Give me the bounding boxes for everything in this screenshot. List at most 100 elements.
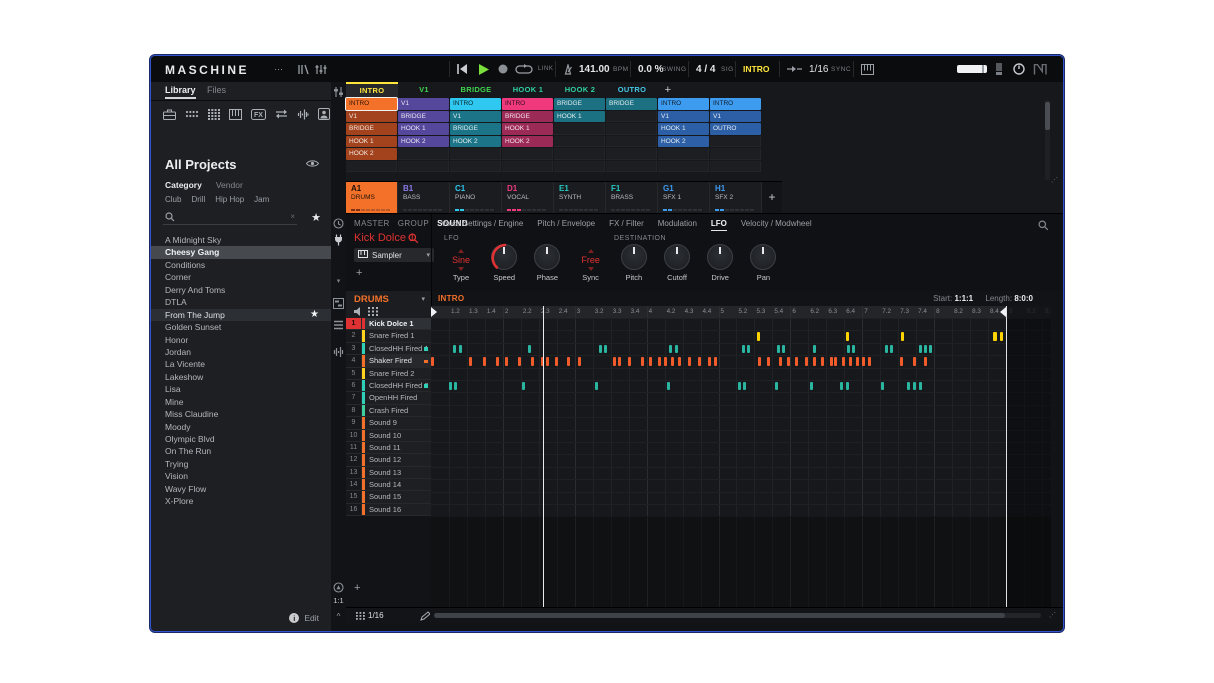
- plugin-plug-icon[interactable]: [332, 234, 345, 246]
- note-event[interactable]: [900, 332, 904, 341]
- arranger-view-icon[interactable]: [332, 86, 345, 98]
- note-event[interactable]: [505, 357, 509, 366]
- project-star-icon[interactable]: ★: [310, 309, 319, 321]
- scene-tab-bridge[interactable]: BRIDGE: [450, 82, 502, 98]
- tag-drill[interactable]: Drill: [191, 195, 205, 204]
- pattern-cell-empty[interactable]: [606, 135, 657, 147]
- pattern-name-label[interactable]: INTRO: [438, 294, 464, 303]
- pattern-cell-G1-hook-2[interactable]: HOOK 2: [658, 135, 709, 147]
- search-field[interactable]: ×: [163, 210, 297, 225]
- menu-dots-icon[interactable]: ···: [274, 61, 283, 77]
- note-event[interactable]: [923, 344, 927, 354]
- note-event[interactable]: [919, 344, 923, 354]
- note-event[interactable]: [604, 344, 608, 354]
- sound-row-8[interactable]: 8 Crash Fired: [346, 404, 431, 418]
- add-group-button[interactable]: +: [762, 182, 782, 214]
- note-event[interactable]: [452, 344, 457, 354]
- note-event[interactable]: [868, 357, 872, 366]
- note-event[interactable]: [812, 357, 816, 366]
- note-event[interactable]: [747, 344, 751, 354]
- note-event[interactable]: [774, 382, 779, 391]
- note-event[interactable]: [578, 357, 582, 366]
- tag-hip-hop[interactable]: Hip Hop: [215, 195, 244, 204]
- favorites-star-icon[interactable]: ★: [311, 211, 321, 224]
- project-list-item[interactable]: Golden Sunset: [151, 321, 331, 333]
- loops-icon[interactable]: [275, 109, 288, 119]
- note-event[interactable]: [855, 357, 860, 366]
- project-list-item[interactable]: Lisa: [151, 383, 331, 395]
- pattern-cell-C1-bridge[interactable]: BRIDGE: [450, 123, 501, 135]
- pattern-cell-B1-hook-1[interactable]: HOOK 1: [398, 123, 449, 135]
- note-event[interactable]: [495, 357, 500, 366]
- param-type[interactable]: Sine Type: [439, 244, 483, 282]
- pattern-cell-D1-bridge[interactable]: BRIDGE: [502, 110, 553, 122]
- project-list-item[interactable]: Miss Claudine: [151, 408, 331, 420]
- note-event[interactable]: [468, 357, 473, 366]
- note-event[interactable]: [546, 357, 550, 366]
- pattern-cell-empty[interactable]: [398, 160, 449, 172]
- pattern-cell-H1-outro[interactable]: OUTRO: [710, 123, 761, 135]
- note-event[interactable]: [757, 332, 761, 341]
- sound-row-1[interactable]: 1 Kick Dolce 1: [346, 318, 431, 331]
- pattern-cell-empty[interactable]: [658, 160, 709, 172]
- note-event[interactable]: [923, 357, 927, 366]
- plugin-tab-modulation[interactable]: Modulation: [658, 219, 697, 231]
- note-event[interactable]: [448, 382, 452, 391]
- note-event[interactable]: [834, 357, 838, 366]
- note-event[interactable]: [912, 357, 917, 366]
- project-list-item[interactable]: X-Plore: [151, 495, 331, 507]
- engine-selector[interactable]: Sampler ▾: [354, 248, 434, 262]
- group-B1[interactable]: B1 BASS: [398, 182, 450, 214]
- note-event[interactable]: [628, 357, 632, 366]
- group-D1[interactable]: D1 VOCAL: [502, 182, 554, 214]
- filter-tab-vendor[interactable]: Vendor: [216, 180, 243, 190]
- browser-tab-library[interactable]: Library: [165, 85, 196, 99]
- note-event[interactable]: [617, 357, 622, 366]
- pattern-cell-empty[interactable]: [606, 148, 657, 160]
- note-event[interactable]: [804, 357, 808, 366]
- drive-knob[interactable]: [707, 244, 734, 270]
- sound-row-16[interactable]: 16 Sound 16: [346, 503, 431, 517]
- edit-button[interactable]: Edit: [304, 613, 319, 623]
- project-list-item[interactable]: On The Run: [151, 445, 331, 457]
- browser-tab-files[interactable]: Files: [207, 85, 226, 95]
- note-grid[interactable]: 1.2 1.3 1.4 2 2.2 2.3 2.4 3 3.2 3.3 3.4 4 4.2 4.3 4.4 5…: [431, 306, 1051, 609]
- project-list-item[interactable]: Honor: [151, 334, 331, 346]
- padmode-icon[interactable]: [368, 307, 378, 318]
- note-event[interactable]: [830, 357, 834, 366]
- loop-icon[interactable]: [515, 61, 533, 77]
- note-event[interactable]: [919, 382, 923, 391]
- project-list-item[interactable]: Moody: [151, 421, 331, 433]
- scene-tab-outro[interactable]: OUTRO: [606, 82, 658, 98]
- group-A1[interactable]: A1 DRUMS: [346, 182, 398, 214]
- level-tab-master[interactable]: MASTER: [354, 219, 390, 228]
- project-list-item[interactable]: Trying: [151, 458, 331, 470]
- note-event[interactable]: [482, 357, 486, 366]
- sound-row-9[interactable]: 9 Sound 9: [346, 417, 431, 430]
- pitch-knob[interactable]: [620, 244, 647, 270]
- note-event[interactable]: [658, 357, 662, 366]
- master-meter-icon[interactable]: [994, 61, 1004, 77]
- pattern-cell-H1-v1[interactable]: V1: [710, 110, 761, 122]
- note-event[interactable]: [993, 332, 997, 341]
- project-list-item[interactable]: Mine: [151, 396, 331, 408]
- project-list-item[interactable]: Corner: [151, 271, 331, 283]
- group-F1[interactable]: F1 BRASS: [606, 182, 658, 214]
- note-event[interactable]: [713, 357, 718, 366]
- group-chevron-icon[interactable]: ▾: [421, 295, 425, 303]
- start-value[interactable]: 1:1:1: [954, 294, 973, 303]
- editor-resize-handle[interactable]: ⋰: [1049, 611, 1056, 619]
- type-selector[interactable]: Sine: [452, 248, 470, 271]
- record-quantize-icon[interactable]: [332, 582, 345, 593]
- pattern-cell-empty[interactable]: [554, 123, 605, 135]
- instruments-icon[interactable]: [229, 108, 242, 120]
- groups-icon[interactable]: [185, 110, 199, 118]
- note-event[interactable]: [777, 344, 781, 354]
- pianoroll-view-icon[interactable]: [332, 298, 345, 309]
- pattern-cell-empty[interactable]: [606, 160, 657, 172]
- note-event[interactable]: [517, 357, 521, 366]
- phase-knob[interactable]: [534, 244, 561, 270]
- note-event[interactable]: [794, 357, 799, 366]
- param-cutoff[interactable]: Cutoff: [655, 244, 699, 282]
- sound-row-3[interactable]: 3 ClosedHH Fired 1: [346, 342, 431, 356]
